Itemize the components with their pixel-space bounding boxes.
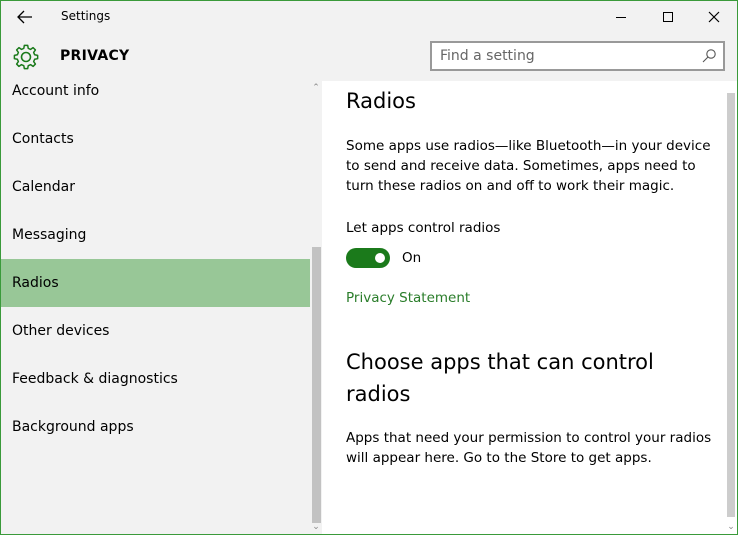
sidebar-item-radios[interactable]: Radios <box>1 259 310 307</box>
section-heading: Radios <box>346 89 416 113</box>
minimize-button[interactable] <box>598 1 644 33</box>
toggle-state-text: On <box>402 250 422 266</box>
content-scrollbar[interactable]: ⌄ <box>725 81 737 534</box>
sidebar-item-label: Calendar <box>12 179 75 195</box>
scroll-up-icon[interactable]: ⌃ <box>311 83 321 93</box>
toggle-knob <box>375 253 385 263</box>
sidebar-item-other-devices[interactable]: Other devices <box>1 307 310 355</box>
main-content: Radios Some apps use radios—like Bluetoo… <box>322 81 737 534</box>
choose-apps-heading: Choose apps that can control radios <box>346 350 654 406</box>
radios-toggle[interactable] <box>346 248 390 268</box>
sidebar-item-account-info[interactable]: Account info <box>1 81 310 115</box>
back-button[interactable] <box>9 5 41 29</box>
sidebar-scrollbar-thumb[interactable] <box>312 247 321 523</box>
close-button[interactable] <box>691 1 737 33</box>
sidebar-item-feedback-diagnostics[interactable]: Feedback & diagnostics <box>1 355 310 403</box>
sidebar-item-background-apps[interactable]: Background apps <box>1 403 310 451</box>
close-icon <box>708 11 720 23</box>
gear-icon <box>13 44 39 70</box>
sidebar-scrollbar[interactable]: ⌃ ⌄ <box>310 81 322 534</box>
search-input[interactable] <box>440 47 690 65</box>
maximize-button[interactable] <box>645 1 691 33</box>
sidebar-item-label: Feedback & diagnostics <box>12 371 178 387</box>
window-title: Settings <box>61 9 111 23</box>
toggle-label: Let apps control radios <box>346 220 501 236</box>
sidebar-item-label: Background apps <box>12 419 134 435</box>
apps-description: Apps that need your permission to contro… <box>346 430 712 466</box>
page-title: PRIVACY <box>60 48 130 64</box>
back-arrow-icon <box>17 10 32 24</box>
sidebar-item-messaging[interactable]: Messaging <box>1 211 310 259</box>
minimize-icon <box>616 17 626 18</box>
sidebar-item-label: Other devices <box>12 323 110 339</box>
page-header: PRIVACY <box>1 33 737 81</box>
settings-window: Settings PRIVACY Find a setting Account … <box>0 0 738 535</box>
scroll-down-icon[interactable]: ⌄ <box>311 522 321 532</box>
sidebar-item-calendar[interactable]: Calendar <box>1 163 310 211</box>
maximize-icon <box>663 12 673 22</box>
content-scrollbar-thumb[interactable] <box>727 93 735 517</box>
sidebar-item-contacts[interactable]: Contacts <box>1 115 310 163</box>
title-bar: Settings <box>1 1 737 33</box>
sidebar-item-label: Radios <box>12 275 59 291</box>
search-icon[interactable] <box>701 48 717 64</box>
privacy-statement-link[interactable]: Privacy Statement <box>346 290 470 306</box>
search-box[interactable] <box>430 41 725 71</box>
sidebar-item-label: Account info <box>12 83 100 99</box>
radios-description: Some apps use radios—like Bluetooth—in y… <box>346 138 711 194</box>
sidebar-nav: Account info Contacts Calendar Messaging… <box>1 81 322 534</box>
sidebar-item-label: Contacts <box>12 131 74 147</box>
sidebar-item-label: Messaging <box>12 227 87 243</box>
content-scroll-down-icon[interactable]: ⌄ <box>726 522 736 532</box>
